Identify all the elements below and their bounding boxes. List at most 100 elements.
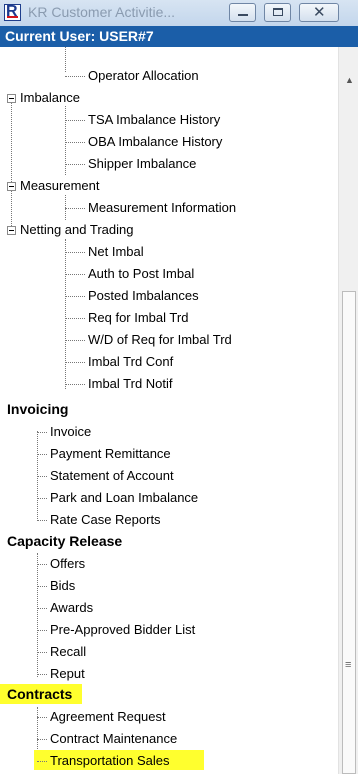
tree-connector (65, 142, 85, 143)
tree-connector (37, 608, 47, 609)
scrollbar-thumb[interactable] (342, 291, 356, 774)
tree-item-label: Imbal Trd Notif (88, 376, 173, 391)
tree-connector (37, 498, 47, 499)
tree-item-operator-allocation[interactable]: Operator Allocation (0, 65, 338, 87)
tree-connector (37, 652, 47, 653)
tree-node-imbalance[interactable]: Imbalance (0, 87, 338, 109)
tree-item-label: TSA Imbalance History (88, 112, 221, 127)
logo-letter: R (6, 3, 18, 20)
tree-item-label: Net Imbal (88, 244, 144, 259)
tree-connector (37, 739, 47, 740)
app-window: R KR Customer Activitie... ✕ Current Use… (0, 0, 358, 774)
tree-connector (65, 76, 85, 77)
tree-item-reput[interactable]: Reput (0, 663, 338, 685)
tree-connector (65, 274, 85, 275)
tree-item-invoice[interactable]: Invoice (0, 421, 338, 443)
navigation-tree: Operator Allocation Imbalance TSA Imbala… (0, 47, 338, 774)
tree-item-oba-imbalance-history[interactable]: OBA Imbalance History (0, 131, 338, 153)
tree-node-netting-and-trading[interactable]: Netting and Trading (0, 219, 338, 241)
tree-item-auth-to-post-imbal[interactable]: Auth to Post Imbal (0, 263, 338, 285)
tree-item-label: Posted Imbalances (88, 288, 199, 303)
tree-item-posted-imbalances[interactable]: Posted Imbalances (0, 285, 338, 307)
tree-node-label: Imbalance (20, 90, 80, 105)
tree-item-label: Imbal Trd Conf (88, 354, 174, 369)
tree-item-imbal-trd-conf[interactable]: Imbal Trd Conf (0, 351, 338, 373)
tree-connector (37, 674, 47, 675)
close-button[interactable]: ✕ (299, 3, 339, 22)
tree-item-shipper-imbalance[interactable]: Shipper Imbalance (0, 153, 338, 175)
tree-connector (37, 476, 47, 477)
tree-item-bids[interactable]: Bids (0, 575, 338, 597)
tree-item-offers[interactable]: Offers (0, 553, 338, 575)
tree-item-rate-case-reports[interactable]: Rate Case Reports (0, 509, 338, 531)
tree-connector (65, 252, 85, 253)
tree-connector (65, 208, 85, 209)
tree-connector (37, 630, 47, 631)
tree-connector (65, 296, 85, 297)
minimize-icon (238, 14, 248, 16)
tree-item-payment-remittance[interactable]: Payment Remittance (0, 443, 338, 465)
collapse-icon[interactable] (7, 226, 16, 235)
tree-item-label: Rate Case Reports (50, 512, 161, 527)
tree-item-statement-of-account[interactable]: Statement of Account (0, 465, 338, 487)
logo-accent (7, 16, 18, 18)
tree-item-recall[interactable]: Recall (0, 641, 338, 663)
maximize-icon (273, 8, 283, 16)
tree-item-agreement-request[interactable]: Agreement Request (0, 706, 338, 728)
tree-connector (37, 432, 47, 433)
close-icon: ✕ (313, 4, 326, 21)
tree-connector (65, 340, 85, 341)
tree-item-pre-approved-bidder-list[interactable]: Pre-Approved Bidder List (0, 619, 338, 641)
tree-connector (37, 520, 47, 521)
tree-item-label: Recall (50, 644, 87, 659)
current-user-bar: Current User: USER#7 (0, 26, 358, 47)
tree-node-measurement[interactable]: Measurement (0, 175, 338, 197)
maximize-button[interactable] (264, 3, 291, 22)
tree-section-capacity-release[interactable]: Capacity Release (0, 531, 338, 553)
vertical-scrollbar[interactable]: ▲ ≡ (338, 47, 358, 774)
tree-connector (65, 318, 85, 319)
scroll-up-arrow-icon[interactable]: ▲ (345, 75, 354, 85)
tree-item-measurement-information[interactable]: Measurement Information (0, 197, 338, 219)
tree-section-invoicing[interactable]: Invoicing (0, 399, 338, 421)
tree-item-label: Auth to Post Imbal (88, 266, 195, 281)
section-title: Invoicing (7, 401, 69, 417)
tree-connector (65, 120, 85, 121)
tree-item-label: Offers (50, 556, 86, 571)
tree-connector (37, 717, 47, 718)
tree-connector (37, 564, 47, 565)
title-bar[interactable]: R KR Customer Activitie... ✕ (0, 0, 358, 27)
tree-item-net-imbal[interactable]: Net Imbal (0, 241, 338, 263)
tree-item-wd-req-for-imbal-trd[interactable]: W/D of Req for Imbal Trd (0, 329, 338, 351)
tree-item-label: Park and Loan Imbalance (50, 490, 199, 505)
tree-node-label: Netting and Trading (20, 222, 134, 237)
tree-item-transportation-sales[interactable]: Transportation Sales (0, 750, 338, 772)
collapse-icon[interactable] (7, 182, 16, 191)
tree-section-contracts[interactable]: Contracts (0, 684, 338, 706)
tree-node-label: Measurement (20, 178, 100, 193)
tree-item-awards[interactable]: Awards (0, 597, 338, 619)
tree-item-park-and-loan-imbalance[interactable]: Park and Loan Imbalance (0, 487, 338, 509)
section-title: Capacity Release (7, 533, 123, 549)
tree-item-label: W/D of Req for Imbal Trd (88, 332, 232, 347)
tree-item-req-for-imbal-trd[interactable]: Req for Imbal Trd (0, 307, 338, 329)
current-user-label: Current User: USER#7 (5, 28, 154, 44)
scroll-grip-icon: ≡ (345, 659, 352, 671)
tree-item-imbal-trd-notif[interactable]: Imbal Trd Notif (0, 373, 338, 395)
tree-connector (65, 164, 85, 165)
tree-item-label: Transportation Sales (50, 753, 170, 768)
tree-connector (65, 384, 85, 385)
minimize-button[interactable] (229, 3, 256, 22)
tree-item-label: Payment Remittance (50, 446, 171, 461)
tree-connector (37, 586, 47, 587)
tree-item-label: Measurement Information (88, 200, 237, 215)
tree-item-contract-maintenance[interactable]: Contract Maintenance (0, 728, 338, 750)
section-title: Contracts (7, 686, 73, 702)
collapse-icon[interactable] (7, 94, 16, 103)
tree-item-label: OBA Imbalance History (88, 134, 223, 149)
tree-item-label: Awards (50, 600, 94, 615)
tree-item-tsa-imbalance-history[interactable]: TSA Imbalance History (0, 109, 338, 131)
tree-item-label: Contract Maintenance (50, 731, 178, 746)
tree-item-label: Pre-Approved Bidder List (50, 622, 196, 637)
tree-item-label: Invoice (50, 424, 92, 439)
